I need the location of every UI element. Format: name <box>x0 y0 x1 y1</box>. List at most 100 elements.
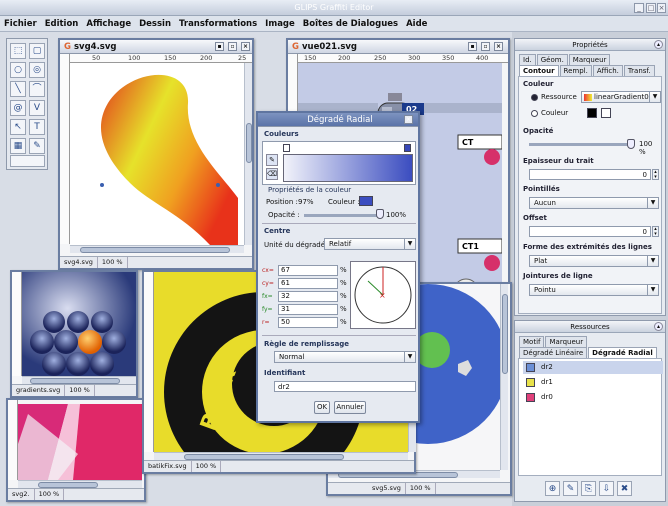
fill-rule-dropdown[interactable]: Normal ▼ <box>274 351 416 363</box>
menu-boites-dialogues[interactable]: Boîtes de Dialogues <box>299 16 402 32</box>
svg2-canvas[interactable] <box>18 404 142 480</box>
tab-geom[interactable]: Géom. <box>536 54 568 65</box>
window-minimize-icon[interactable]: ▪ <box>215 42 224 51</box>
window-svg4-titlebar[interactable]: Gsvg4.svg ▪ ▫ × <box>60 40 252 54</box>
handle-point[interactable] <box>216 183 220 187</box>
image-tool-icon[interactable]: ▦ <box>10 138 26 154</box>
dash-dropdown[interactable]: Aucun ▼ <box>529 197 659 209</box>
cx-input[interactable]: 67 <box>278 265 338 276</box>
edit-resource-icon[interactable]: ✎ <box>563 481 578 496</box>
color-swatch-tool[interactable] <box>10 155 45 167</box>
radio-colour[interactable] <box>531 110 538 117</box>
joins-dropdown[interactable]: Pointu ▼ <box>529 284 659 296</box>
close-icon[interactable]: × <box>657 3 666 13</box>
fx-input[interactable]: 32 <box>278 291 338 302</box>
scroll-thumb[interactable] <box>80 247 230 253</box>
resource-dropdown[interactable]: linearGradient0 ▼ <box>581 91 661 103</box>
fy-input[interactable]: 31 <box>278 304 338 315</box>
r-input[interactable]: 50 <box>278 317 338 328</box>
list-item[interactable]: dr0 <box>523 391 663 404</box>
maximize-icon[interactable]: □ <box>646 3 656 13</box>
window-close-icon[interactable]: × <box>241 42 250 51</box>
tab-rempl[interactable]: Rempl. <box>559 65 592 76</box>
radio-resource[interactable] <box>531 94 538 101</box>
tab-motif[interactable]: Motif <box>519 336 545 347</box>
window-close-icon[interactable]: × <box>494 42 503 51</box>
stroke-width-spinner[interactable]: ▴ ▾ <box>652 169 659 180</box>
stop-opacity-handle[interactable] <box>376 209 384 219</box>
center-marker-icon[interactable]: × <box>379 291 386 300</box>
copy-resource-icon[interactable]: ⎘ <box>581 481 596 496</box>
line-ends-dropdown[interactable]: Plat ▼ <box>529 255 659 267</box>
menu-transformations[interactable]: Transformations <box>175 16 261 32</box>
add-stop-icon[interactable]: ✎ <box>266 154 278 166</box>
horizontal-scrollbar[interactable] <box>70 245 244 253</box>
gradient-stop-start[interactable] <box>283 144 290 152</box>
identifier-input[interactable]: dr2 <box>274 381 416 392</box>
vertical-scrollbar[interactable] <box>500 284 508 470</box>
menu-image[interactable]: Image <box>261 16 299 32</box>
list-item[interactable]: dr1 <box>523 376 663 389</box>
unit-dropdown[interactable]: Relatif ▼ <box>324 238 416 250</box>
tab-marqueur-res[interactable]: Marqueur <box>545 336 588 347</box>
colour-swatch[interactable] <box>587 108 597 118</box>
cy-input[interactable]: 61 <box>278 278 338 289</box>
window-maximize-icon[interactable]: ▫ <box>481 42 490 51</box>
opacity-handle[interactable] <box>627 139 635 149</box>
handle-point[interactable] <box>100 183 104 187</box>
opacity-track[interactable] <box>529 143 629 146</box>
window-vue021-titlebar[interactable]: Gvue021.svg ▪ ▫ × <box>288 40 508 54</box>
collapse-icon[interactable]: ▴ <box>654 40 663 49</box>
horizontal-scrollbar[interactable] <box>18 480 142 488</box>
window-minimize-icon[interactable]: ▪ <box>468 42 477 51</box>
select-tool-icon[interactable]: ⬚ <box>10 43 26 59</box>
list-item[interactable]: dr2 <box>523 361 663 374</box>
menu-edition[interactable]: Edition <box>41 16 83 32</box>
ok-button[interactable]: OK <box>314 401 330 414</box>
cancel-button[interactable]: Annuler <box>334 401 366 414</box>
minimize-icon[interactable]: _ <box>634 3 644 13</box>
new-resource-icon[interactable]: ⊕ <box>545 481 560 496</box>
tab-marqueur[interactable]: Marqueur <box>568 54 611 65</box>
colour-picker-icon[interactable] <box>601 108 611 118</box>
stop-color-swatch[interactable] <box>359 196 373 206</box>
ellipse-tool-icon[interactable]: ○ <box>10 62 26 78</box>
svg4-canvas[interactable] <box>70 63 244 245</box>
gradients-canvas[interactable] <box>22 272 136 376</box>
pencil-tool-icon[interactable]: ✎ <box>29 138 45 154</box>
menu-aide[interactable]: Aide <box>402 16 431 32</box>
collapse-icon[interactable]: ▴ <box>654 322 663 331</box>
tab-contour[interactable]: Contour <box>519 65 559 76</box>
dialog-titlebar[interactable]: Dégradé Radial × <box>258 113 418 127</box>
tab-affich[interactable]: Affich. <box>592 65 623 76</box>
offset-input[interactable]: 0 <box>529 226 651 237</box>
menu-affichage[interactable]: Affichage <box>82 16 135 32</box>
path-tool-icon[interactable]: V <box>29 100 45 116</box>
polyline-tool-icon[interactable]: ⌒ <box>29 81 45 97</box>
position-value[interactable]: 97% <box>298 198 314 206</box>
tab-id[interactable]: Id. <box>519 54 536 65</box>
stop-opacity-track[interactable] <box>304 214 380 217</box>
tab-linear-gradient[interactable]: Dégradé Linéaire <box>519 347 588 358</box>
circle-tool-icon[interactable]: ◎ <box>29 62 45 78</box>
delete-resource-icon[interactable]: ✖ <box>617 481 632 496</box>
line-tool-icon[interactable]: ╲ <box>10 81 26 97</box>
gradient-stop-end[interactable] <box>404 144 411 152</box>
menu-dessin[interactable]: Dessin <box>135 16 175 32</box>
rect-tool-icon[interactable]: ▢ <box>29 43 45 59</box>
remove-stop-icon[interactable]: ⌫ <box>266 168 278 180</box>
node-tool-icon[interactable]: ↖ <box>10 119 26 135</box>
offset-spinner[interactable]: ▴ ▾ <box>652 226 659 237</box>
scroll-thumb[interactable] <box>502 294 508 374</box>
scroll-thumb[interactable] <box>246 123 252 163</box>
tab-transf[interactable]: Transf. <box>623 65 655 76</box>
horizontal-scrollbar[interactable] <box>154 452 408 460</box>
dialog-close-icon[interactable]: × <box>404 115 413 124</box>
tab-radial-gradient[interactable]: Dégradé Radial <box>588 347 657 358</box>
import-resource-icon[interactable]: ⇩ <box>599 481 614 496</box>
horizontal-scrollbar[interactable] <box>22 376 136 384</box>
spiral-tool-icon[interactable]: @ <box>10 100 26 116</box>
stroke-width-input[interactable]: 0 <box>529 169 651 180</box>
vertical-scrollbar[interactable] <box>244 63 252 245</box>
window-maximize-icon[interactable]: ▫ <box>228 42 237 51</box>
